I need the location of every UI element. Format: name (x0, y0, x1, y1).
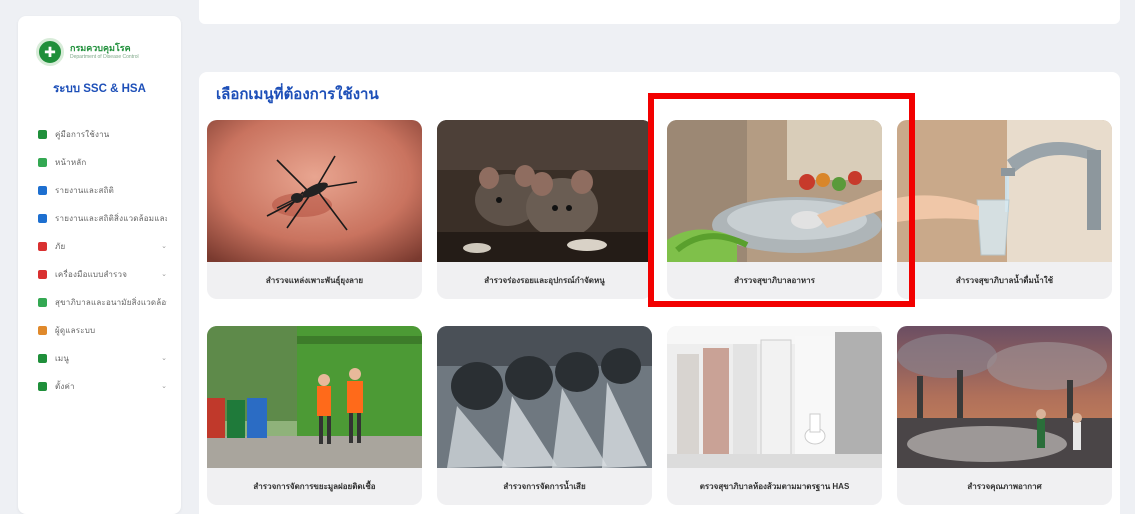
chevron-down-icon: ⌄ (161, 243, 167, 250)
sidebar-item[interactable]: ผู้ดูแลระบบ (18, 316, 181, 344)
card-label: ตรวจสุขาภิบาลห้องส้วมตามมาตรฐาน HAS (699, 482, 850, 491)
air-pollution-image (897, 326, 1112, 468)
card-air-quality[interactable]: สำรวจคุณภาพอากาศ (897, 326, 1112, 505)
bar-chart-icon (38, 185, 47, 195)
logo: ✚ กรมควบคุมโรค Department of Disease Con… (18, 16, 181, 66)
tap-water-image (897, 120, 1112, 262)
card-label: สำรวจร่องรอยและอุปกรณ์กำจัดหนู (484, 276, 605, 285)
sidebar-item[interactable]: สุขาภิบาลและอนามัยสิ่งแวดล้อม (18, 288, 181, 316)
card-waste-management[interactable]: สำรวจการจัดการขยะมูลฝอยติดเชื้อ (207, 326, 422, 505)
system-title: ระบบ SSC & HSA (53, 83, 146, 95)
sidebar-item[interactable]: รายงานและสถิติ (18, 176, 181, 204)
top-bar (199, 0, 1120, 24)
sidebar: ✚ กรมควบคุมโรค Department of Disease Con… (18, 16, 181, 514)
chevron-down-icon: ⌄ (161, 355, 167, 362)
sidebar-item[interactable]: ภัย ⌄ (18, 232, 181, 260)
tools-icon (38, 269, 47, 279)
logo-text: กรมควบคุมโรค (70, 43, 131, 53)
hazard-icon (38, 241, 47, 251)
sidebar-item[interactable]: รายงานและสถิติสิ่งแวดล้อมและสุขาภิบาล (18, 204, 181, 232)
card-mosquito-survey[interactable]: สำรวจแหล่งเพาะพันธุ์ยุงลาย (207, 120, 422, 299)
sidebar-item-label: เครื่องมือแบบสำรวจ (55, 269, 128, 279)
sidebar-item[interactable]: ตั้งค่า ⌄ (18, 372, 181, 400)
ddc-logo-icon: ✚ (36, 38, 64, 66)
grid-icon (38, 157, 47, 167)
chevron-down-icon: ⌄ (161, 383, 167, 390)
section-title: เลือกเมนูที่ต้องการใช้งาน (216, 86, 379, 103)
card-rodent-survey[interactable]: สำรวจร่องรอยและอุปกรณ์กำจัดหนู (437, 120, 652, 299)
card-label: สำรวจคุณภาพอากาศ (967, 482, 1042, 491)
sidebar-item-label: รายงานและสถิติสิ่งแวดล้อมและสุขาภิบาล (55, 213, 167, 223)
sidebar-item-label: สุขาภิบาลและอนามัยสิ่งแวดล้อม (55, 297, 167, 307)
sidebar-item-label: เมนู (55, 353, 70, 363)
bar-chart-icon (38, 213, 47, 223)
card-restroom-inspection[interactable]: ตรวจสุขาภิบาลห้องส้วมตามมาตรฐาน HAS (667, 326, 882, 505)
wastewater-pipes-image (437, 326, 652, 468)
sidebar-item[interactable]: คู่มือการใช้งาน (18, 120, 181, 148)
sidebar-item-label: รายงานและสถิติ (55, 185, 115, 195)
card-label: สำรวจแหล่งเพาะพันธุ์ยุงลาย (265, 276, 364, 285)
sidebar-item-label: หน้าหลัก (55, 157, 87, 167)
card-food-sanitation[interactable]: สำรวจสุขาภิบาลอาหาร (667, 120, 882, 299)
food-washing-image (667, 120, 882, 262)
card-label: สำรวจการจัดการน้ำเสีย (503, 482, 586, 491)
user-icon (38, 325, 47, 335)
sidebar-item[interactable]: เครื่องมือแบบสำรวจ ⌄ (18, 260, 181, 288)
card-water-sanitation[interactable]: สำรวจสุขาภิบาลน้ำดื่มน้ำใช้ (897, 120, 1112, 299)
mosquito-image (207, 120, 422, 262)
card-label: สำรวจสุขาภิบาลอาหาร (734, 276, 815, 285)
sidebar-item-label: ภัย (55, 241, 66, 251)
sidebar-item[interactable]: เมนู ⌄ (18, 344, 181, 372)
sidebar-item-label: ตั้งค่า (55, 381, 75, 391)
logo-subtext: Department of Disease Control (70, 54, 139, 60)
card-label: สำรวจการจัดการขยะมูลฝอยติดเชื้อ (253, 482, 376, 491)
gear-icon (38, 381, 47, 391)
restroom-image (667, 326, 882, 468)
rats-image (437, 120, 652, 262)
sidebar-menu: คู่มือการใช้งานหน้าหลักรายงานและสถิติราย… (18, 120, 181, 400)
sidebar-item-label: คู่มือการใช้งาน (55, 129, 110, 139)
sidebar-item-label: ผู้ดูแลระบบ (55, 325, 96, 335)
monitor-icon (38, 297, 47, 307)
list-icon (38, 353, 47, 363)
main-content: เลือกเมนูที่ต้องการใช้งาน สำรวจแหล่งเพาะ… (199, 72, 1120, 514)
garbage-truck-image (207, 326, 422, 468)
chevron-down-icon: ⌄ (161, 271, 167, 278)
card-wastewater-management[interactable]: สำรวจการจัดการน้ำเสีย (437, 326, 652, 505)
card-label: สำรวจสุขาภิบาลน้ำดื่มน้ำใช้ (955, 276, 1054, 285)
book-icon (38, 129, 47, 139)
sidebar-item[interactable]: หน้าหลัก (18, 148, 181, 176)
